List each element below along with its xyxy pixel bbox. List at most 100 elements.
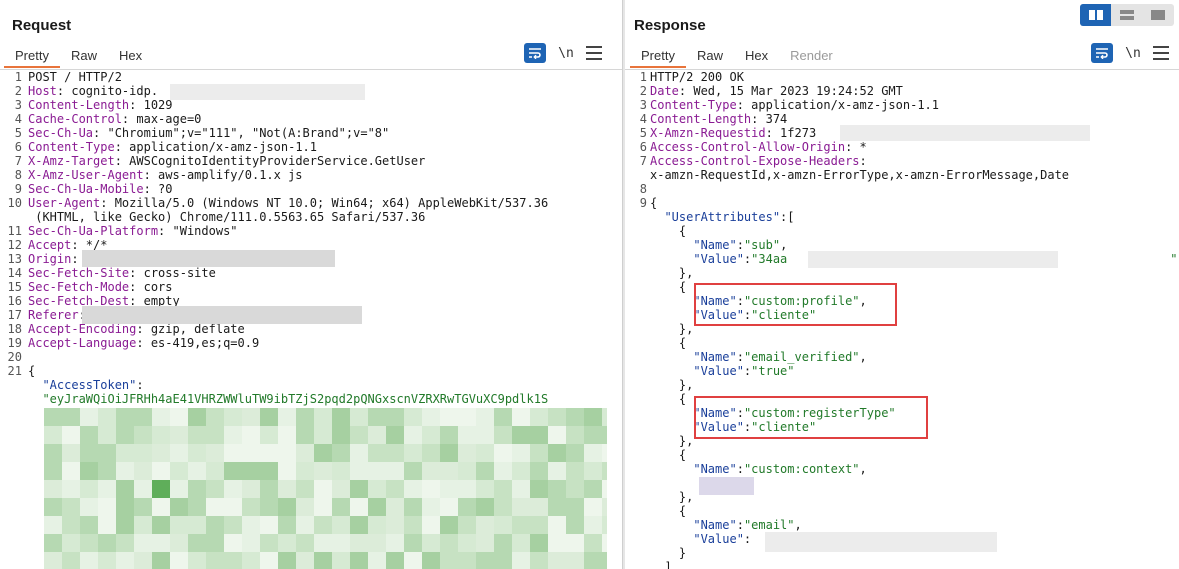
code-token: "Name" [650, 462, 737, 476]
code-token: " [1170, 252, 1178, 266]
code-line: 6 Content-Type: application/x-amz-json-1.… [0, 140, 622, 154]
code-token: : 1029 [129, 98, 173, 112]
code-token: : [736, 518, 744, 532]
line-code: Content-Length: 374 [650, 112, 787, 126]
code-token: Access-Control-Expose-Headers [650, 154, 860, 168]
code-token: : * [845, 140, 867, 154]
code-line: { [625, 224, 1179, 238]
code-line: "Name":"custom:context", [625, 462, 1179, 476]
code-token: , [859, 462, 867, 476]
line-code: POST / HTTP/2 [28, 70, 122, 84]
code-token: } [650, 546, 687, 560]
request-title: Request [12, 17, 72, 34]
request-tab-raw[interactable]: Raw [60, 46, 108, 68]
response-tab-raw[interactable]: Raw [686, 46, 734, 68]
request-pane: Request Pretty Raw Hex \n 1 POST / HTTP/2… [0, 0, 622, 569]
code-token: "Value" [650, 252, 744, 266]
code-token: : cognito-idp. [56, 84, 159, 98]
code-line: 18 Accept-Encoding: gzip, deflate [0, 322, 622, 336]
code-line: 3 Content-Type: application/x-amz-json-1.… [625, 98, 1179, 112]
code-line: }, [625, 266, 1179, 280]
code-token: , [780, 238, 788, 252]
code-token: : 374 [751, 112, 788, 126]
line-code: { [650, 504, 686, 518]
response-tab-render[interactable]: Render [779, 46, 844, 68]
menu-icon[interactable] [586, 46, 602, 60]
code-token: Date [650, 84, 679, 98]
response-tabs: Pretty Raw Hex Render [630, 46, 844, 68]
line-code: Accept-Language: es-419,es;q=0.9 [28, 336, 259, 350]
side-by-side-layout-icon[interactable] [1080, 4, 1112, 26]
code-token: "Value" [650, 532, 744, 546]
code-line: "Name":"email", [625, 518, 1179, 532]
code-line: { [625, 504, 1179, 518]
code-token: ] [650, 560, 672, 569]
code-token: { [650, 224, 687, 238]
layout-toggle [1080, 4, 1174, 26]
show-newlines-button[interactable]: \n [556, 46, 576, 61]
code-token: Referer [28, 308, 79, 322]
code-line: "UserAttributes":[ [625, 210, 1179, 224]
wrap-lines-icon[interactable] [1091, 43, 1113, 63]
line-number: 21 [7, 364, 22, 378]
code-token: : application/x-amz-json-1.1 [736, 98, 939, 112]
line-code: { [650, 336, 686, 350]
line-code: Date: Wed, 15 Mar 2023 19:24:52 GMT [650, 84, 903, 98]
response-tab-pretty[interactable]: Pretty [630, 46, 686, 68]
response-tab-hex[interactable]: Hex [734, 46, 779, 68]
line-code: "Value": [650, 532, 751, 546]
code-line: 15 Sec-Fetch-Mode: cors [0, 280, 622, 294]
redacted-request-id [840, 125, 1090, 141]
line-code: { [650, 224, 686, 238]
code-token: : es-419,es;q=0.9 [136, 336, 260, 350]
code-token: "Name" [650, 238, 737, 252]
code-line: ] [625, 560, 1179, 569]
line-code: Referer: [28, 308, 86, 322]
code-line: "eyJraWQiOiJFRHh4aE41VHRZWWluTW9ibTZjS2p… [0, 392, 622, 406]
code-token: : Mozilla/5.0 (Windows NT 10.0; Win64; x… [100, 196, 549, 210]
code-token: Content-Type [650, 98, 737, 112]
code-token: "34aa [751, 252, 788, 266]
code-line: }, [625, 378, 1179, 392]
line-code: HTTP/2 200 OK [650, 70, 744, 84]
stacked-layout-icon[interactable] [1111, 4, 1142, 26]
code-line: "Value":"true" [625, 364, 1179, 378]
code-token: POST / HTTP/2 [28, 70, 122, 84]
line-number: 8 [14, 168, 22, 182]
code-token: Accept-Encoding [28, 322, 137, 336]
request-tab-pretty[interactable]: Pretty [4, 46, 60, 68]
line-code: }, [650, 378, 693, 392]
code-token: Content-Type [28, 140, 115, 154]
redacted-host [170, 84, 365, 100]
code-token: "Name" [650, 518, 737, 532]
response-title: Response [634, 17, 706, 34]
code-line: 7 Access-Control-Expose-Headers: [625, 154, 1179, 168]
line-code: { [650, 196, 657, 210]
code-token: Cache-Control [28, 112, 122, 126]
redacted-context-value [699, 477, 754, 495]
code-token: "Value" [650, 364, 744, 378]
menu-icon[interactable] [1153, 46, 1169, 60]
line-code: "UserAttributes":[ [650, 210, 794, 224]
code-token: { [650, 280, 687, 294]
line-code: "eyJraWQiOiJFRHh4aE41VHRZWWluTW9ibTZjS2p… [28, 392, 548, 406]
show-newlines-button[interactable]: \n [1123, 46, 1143, 61]
line-code: { [28, 364, 35, 378]
code-line: 10 User-Agent: Mozilla/5.0 (Windows NT 10… [0, 196, 622, 210]
code-line: 4 Cache-Control: max-age=0 [0, 112, 622, 126]
code-line: 6 Access-Control-Allow-Origin: * [625, 140, 1179, 154]
single-pane-layout-icon[interactable] [1143, 4, 1174, 26]
response-toolbar: \n [1091, 42, 1169, 64]
request-tab-hex[interactable]: Hex [108, 46, 153, 68]
code-token: "Name" [650, 350, 737, 364]
code-line: "AccessToken": [0, 378, 622, 392]
code-token: Accept-Language [28, 336, 137, 350]
code-line: 4 Content-Length: 374 [625, 112, 1179, 126]
wrap-lines-icon[interactable] [524, 43, 546, 63]
line-code: Sec-Fetch-Mode: cors [28, 280, 173, 294]
code-token: : [71, 252, 79, 266]
line-number: 2 [14, 84, 22, 98]
line-number: 5 [639, 126, 647, 140]
redacted-email-value [765, 532, 997, 552]
code-token: : "Windows" [158, 224, 238, 238]
